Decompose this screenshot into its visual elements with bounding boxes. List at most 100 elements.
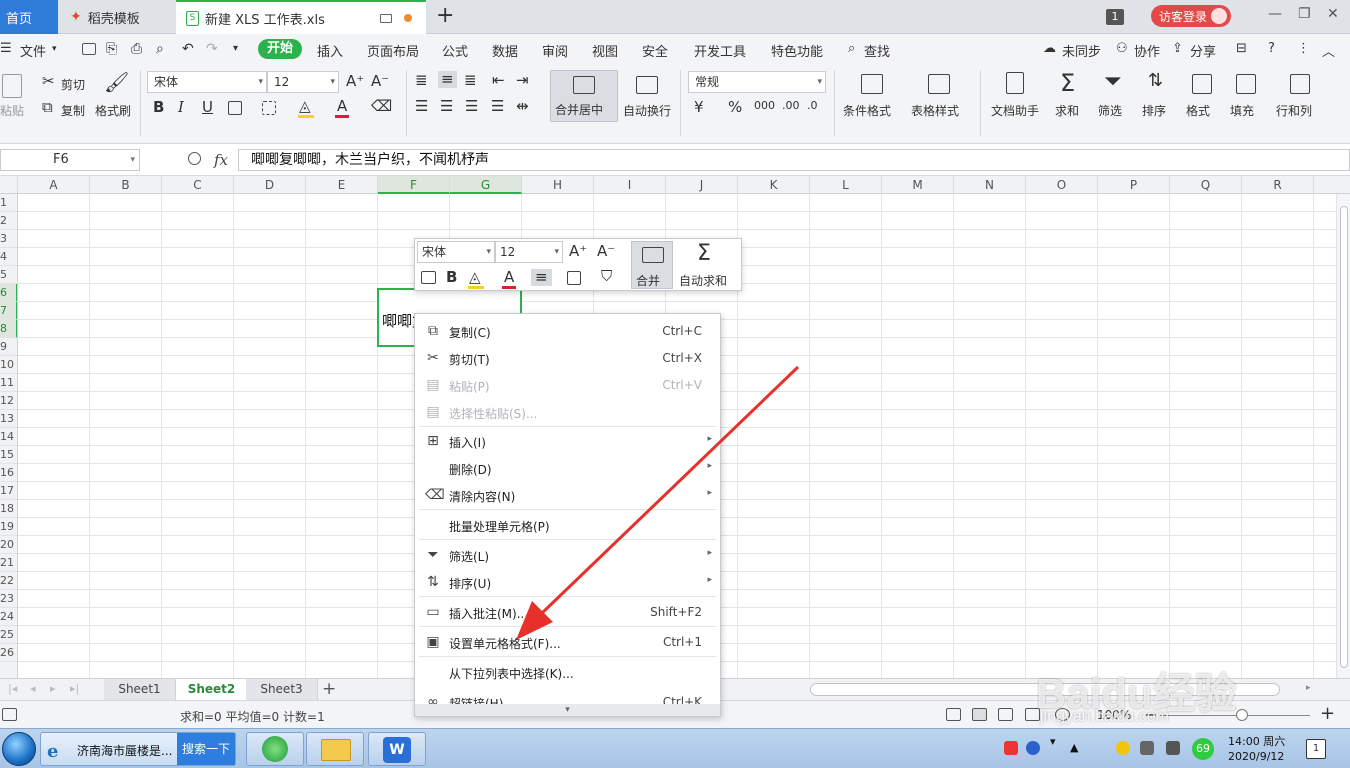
thousands-icon[interactable]: 000 [754, 100, 775, 111]
first-sheet-icon[interactable]: |◂ [8, 682, 17, 695]
align-bottom-icon[interactable]: ≣ [464, 73, 477, 88]
menu-scroll-down-icon[interactable]: ▾ [415, 704, 720, 716]
menu-start[interactable]: 开始 [258, 39, 302, 59]
underline-icon[interactable]: U [202, 100, 213, 115]
layout-icon[interactable]: ⊟ [1236, 41, 1247, 56]
menu-share[interactable]: 分享 [1190, 41, 1216, 60]
row-col-button[interactable]: 行和列 [1276, 102, 1312, 119]
mini-border-icon[interactable] [567, 271, 581, 285]
row-header[interactable]: 16 [0, 464, 17, 482]
row-header[interactable]: 13 [0, 410, 17, 428]
row-header[interactable]: 26 [0, 644, 17, 662]
column-header-a[interactable]: A [18, 176, 90, 194]
number-format-select[interactable]: 常规 ▾ [688, 71, 826, 93]
sort-button[interactable]: 排序 [1142, 102, 1166, 119]
menu-item-copy[interactable]: ⧉ 复制(C) Ctrl+C [415, 318, 720, 344]
menu-page-layout[interactable]: 页面布局 [367, 41, 419, 60]
usb-icon[interactable] [1140, 741, 1154, 755]
column-header-c[interactable]: C [162, 176, 234, 194]
minimize-icon[interactable]: — [1268, 6, 1282, 22]
copy-icon[interactable]: ⧉ [42, 100, 53, 115]
percent-icon[interactable]: % [728, 100, 742, 115]
mini-fill-color-icon[interactable]: ◬ [469, 270, 481, 285]
wrap-text-icon[interactable] [636, 76, 658, 94]
filter-button[interactable]: 筛选 [1098, 102, 1122, 119]
add-tab-icon[interactable]: + [436, 3, 454, 28]
row-header[interactable]: 3 [0, 230, 17, 248]
file-chevron-icon[interactable]: ▾ [52, 44, 57, 54]
row-header[interactable]: 9 [0, 338, 17, 356]
row-header[interactable]: 7 [0, 302, 17, 320]
tab-document[interactable]: S 新建 XLS 工作表.xls [176, 0, 426, 34]
column-header-p[interactable]: P [1098, 176, 1170, 194]
row-header[interactable]: 22 [0, 572, 17, 590]
table-style-button[interactable]: 表格样式 [911, 102, 959, 119]
decrease-font-icon[interactable]: A⁻ [371, 74, 389, 89]
format-button[interactable]: 格式 [1186, 102, 1210, 119]
scroll-right-icon[interactable]: ▸ [1306, 683, 1311, 693]
justify-icon[interactable]: ☰ [491, 99, 504, 114]
mini-sum-icon[interactable]: Σ [697, 243, 711, 265]
select-all-corner[interactable] [0, 176, 18, 194]
start-button[interactable] [2, 732, 36, 766]
taskbar-explorer-app[interactable] [306, 732, 364, 766]
close-icon[interactable]: ✕ [1327, 6, 1339, 22]
format-painter-button[interactable]: 格式刷 [95, 102, 131, 119]
screen-icon[interactable] [380, 13, 392, 23]
sheet-tab-3[interactable]: Sheet3 [246, 679, 318, 701]
table-style-icon[interactable] [928, 74, 950, 94]
font-name-select[interactable]: 宋体 ▾ [147, 71, 267, 93]
notification-icon[interactable]: 1 [1306, 739, 1326, 759]
column-header-q[interactable]: Q [1170, 176, 1242, 194]
align-middle-icon[interactable]: ≡ [438, 71, 457, 88]
column-header-o[interactable]: O [1026, 176, 1098, 194]
menu-item-cut[interactable]: ✂ 剪切(T) Ctrl+X [415, 345, 720, 371]
mini-font-color-icon[interactable]: A [504, 270, 514, 285]
menu-view[interactable]: 视图 [592, 41, 618, 60]
font-color-icon[interactable]: A [337, 99, 347, 114]
conditional-format-button[interactable]: 条件格式 [843, 102, 891, 119]
row-header[interactable]: 15 [0, 446, 17, 464]
row-header[interactable]: 5 [0, 266, 17, 284]
login-button[interactable]: 访客登录 [1151, 5, 1231, 27]
bold-icon[interactable]: B [153, 100, 164, 115]
fill-button[interactable]: 填充 [1230, 102, 1254, 119]
menu-collab[interactable]: 协作 [1134, 41, 1160, 60]
formula-input[interactable]: 唧唧复唧唧，木兰当户织，不闻机杼声 [238, 149, 1350, 171]
column-header-g[interactable]: G [450, 176, 522, 194]
row-header[interactable]: 19 [0, 518, 17, 536]
menu-formula[interactable]: 公式 [442, 41, 468, 60]
row-header[interactable]: 24 [0, 608, 17, 626]
taskbar-browser-app[interactable] [246, 732, 304, 766]
cut-icon[interactable]: ✂ [42, 74, 55, 89]
row-header[interactable]: 23 [0, 590, 17, 608]
normal-view-icon[interactable] [972, 708, 987, 721]
row-header[interactable]: 6 [0, 284, 17, 302]
menu-sync[interactable]: 未同步 [1062, 41, 1101, 60]
cell-style-icon[interactable] [262, 101, 276, 115]
column-header-n[interactable]: N [954, 176, 1026, 194]
tray-badge[interactable]: 69 [1192, 738, 1214, 760]
menu-item-insert-comment[interactable]: ▭ 插入批注(M)... Shift+F2 [415, 599, 720, 625]
row-header[interactable]: 12 [0, 392, 17, 410]
mini-font-size-select[interactable]: 12 ▾ [495, 241, 563, 263]
preview-icon[interactable]: ⌕ [156, 41, 164, 57]
print-icon[interactable]: ⎙ [131, 41, 142, 57]
restore-icon[interactable]: ❐ [1298, 6, 1311, 22]
merge-center-button[interactable]: 合并居中 [550, 70, 618, 122]
column-header-h[interactable]: H [522, 176, 594, 194]
column-header-b[interactable]: B [90, 176, 162, 194]
undo-icon[interactable]: ↶ [182, 41, 194, 57]
row-header[interactable]: 2 [0, 212, 17, 230]
search-button[interactable]: 搜索一下 [177, 733, 235, 765]
clear-format-icon[interactable]: ⌫ [371, 99, 392, 114]
fill-icon[interactable] [1236, 74, 1256, 94]
sum-icon[interactable]: Σ [1060, 71, 1075, 95]
menu-icon[interactable]: ☰ [0, 41, 12, 56]
mini-decrease-font-icon[interactable]: A⁻ [597, 244, 615, 259]
column-header-i[interactable]: I [594, 176, 666, 194]
prev-sheet-icon[interactable]: ◂ [30, 682, 36, 695]
column-header-r[interactable]: R [1242, 176, 1314, 194]
next-sheet-icon[interactable]: ▸ [50, 682, 56, 695]
add-sheet-icon[interactable]: + [322, 679, 336, 699]
